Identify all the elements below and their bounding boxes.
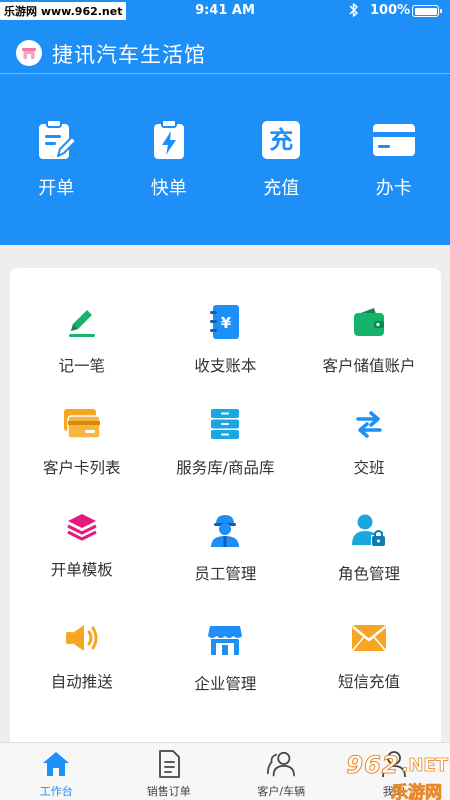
home-icon (41, 749, 71, 779)
feature-label: 短信充值 (337, 673, 400, 691)
feature-label: 交班 (353, 459, 385, 477)
feature-enterprise-management[interactable]: 企业管理 (154, 620, 298, 694)
feature-label: 客户卡列表 (43, 459, 121, 477)
recharge-icon: 充 (259, 118, 303, 162)
recharge-glyph: 充 (269, 126, 294, 154)
swap-icon (349, 404, 389, 444)
store-icon (205, 620, 245, 660)
tab-label: 客户/车辆 (257, 785, 306, 798)
quick-action-label: 开单 (38, 178, 75, 199)
quick-action-label: 快单 (150, 178, 187, 199)
page-title: 捷讯汽车生活馆 (52, 43, 206, 67)
feature-label: 角色管理 (337, 565, 400, 583)
tab-label: 工作台 (39, 785, 73, 798)
quick-action-issue-card[interactable]: 办卡 (338, 118, 450, 200)
battery-percent: 100% (370, 3, 411, 18)
wallet-icon (349, 302, 389, 342)
feature-label: 客户储值账户 (322, 357, 416, 375)
feature-label: 自动推送 (50, 673, 113, 691)
speaker-icon (62, 618, 102, 658)
shop-logo-icon (16, 40, 42, 66)
watermark-top-text: 962 (346, 751, 400, 780)
feature-order-template[interactable]: 开单模板 (10, 506, 154, 580)
bluetooth-icon (349, 3, 358, 17)
quick-action-label: 办卡 (375, 178, 412, 199)
svg-text:¥: ¥ (221, 314, 232, 332)
feature-stored-value-account[interactable]: 客户储值账户 (297, 302, 441, 376)
feature-sms-recharge[interactable]: 短信充值 (297, 618, 441, 692)
user-lock-icon (349, 510, 389, 550)
battery-icon (412, 5, 442, 17)
quick-action-open-order[interactable]: 开单 (0, 118, 113, 200)
quick-action-quick-order[interactable]: 快单 (113, 118, 226, 200)
quick-action-recharge[interactable]: 充 充值 (225, 118, 338, 200)
worker-icon (205, 510, 245, 550)
ledger-icon: ¥ (205, 302, 245, 342)
feature-label: 开单模板 (50, 561, 113, 579)
quick-actions: 开单 快单 充 充值 办卡 (0, 118, 450, 200)
tab-sales-orders[interactable]: 销售订单 (113, 743, 226, 800)
feature-label: 记一笔 (58, 357, 106, 375)
site-watermark: 962 .NET 乐游网 (318, 751, 448, 800)
tab-label: 销售订单 (146, 785, 191, 798)
quick-action-label: 充值 (263, 178, 300, 199)
feature-role-management[interactable]: 角色管理 (297, 510, 441, 584)
document-icon (154, 749, 184, 779)
feature-label: 收支账本 (194, 357, 257, 375)
layers-icon (62, 506, 102, 546)
feature-customer-card-list[interactable]: 客户卡列表 (10, 404, 154, 478)
pen-icon (62, 302, 102, 342)
feature-label: 员工管理 (194, 565, 257, 583)
feature-card: 记一笔 ¥ 收支账本 客户储值账户 客户卡列表 服务库/商品库 交班 开单模板 … (10, 268, 441, 758)
feature-ledger[interactable]: ¥ 收支账本 (154, 302, 298, 376)
feature-staff-management[interactable]: 员工管理 (154, 510, 298, 584)
customers-icon (266, 749, 296, 779)
feature-service-product-library[interactable]: 服务库/商品库 (154, 404, 298, 478)
envelope-icon (349, 618, 389, 658)
clipboard-edit-icon (34, 118, 78, 162)
feature-label: 企业管理 (194, 675, 257, 693)
header-divider (0, 73, 450, 74)
clipboard-bolt-icon (147, 118, 191, 162)
tab-workbench[interactable]: 工作台 (0, 743, 113, 800)
watermark-bottom-text: 乐游网 (391, 783, 443, 800)
watermark-net-text: .NET (401, 754, 448, 776)
status-bar: 乐游网 www.962.net 9:41 AM 100% (0, 0, 450, 22)
card-icon (372, 118, 416, 162)
cabinet-icon (205, 404, 245, 444)
feature-quick-note[interactable]: 记一笔 (10, 302, 154, 376)
cards-icon (62, 404, 102, 444)
feature-auto-push[interactable]: 自动推送 (10, 618, 154, 692)
app-header: 捷讯汽车生活馆 (0, 30, 450, 74)
feature-label: 服务库/商品库 (176, 459, 275, 477)
feature-shift-handover[interactable]: 交班 (297, 404, 441, 478)
